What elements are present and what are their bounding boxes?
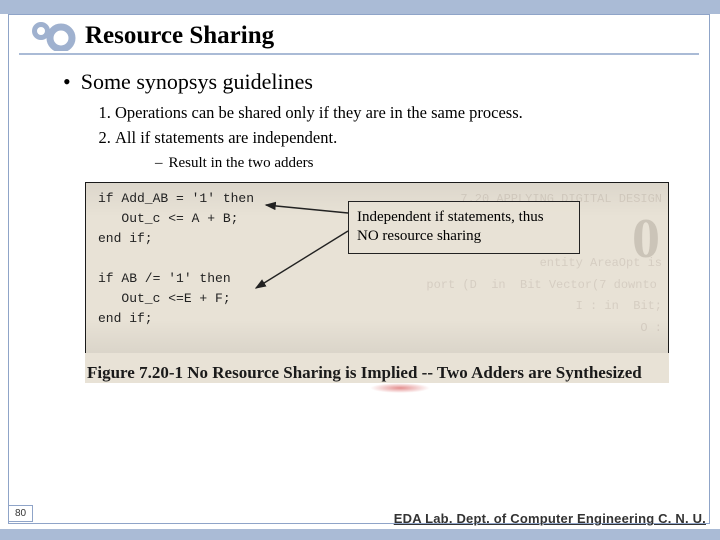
page-number: 80 bbox=[8, 505, 33, 522]
footer-text: EDA Lab. Dept. of Computer Engineering C… bbox=[394, 511, 706, 526]
figure-wrap: 0 7.20 APPLYING DIGITAL DESIGN entity Ar… bbox=[85, 182, 669, 383]
top-bar bbox=[0, 0, 720, 14]
circles-icon bbox=[23, 21, 77, 51]
bullet-main: • Some synopsys guidelines bbox=[9, 59, 709, 99]
arrows-icon bbox=[86, 183, 646, 354]
figure: 0 7.20 APPLYING DIGITAL DESIGN entity Ar… bbox=[85, 182, 669, 354]
red-smudge bbox=[370, 383, 430, 393]
bullet-text: Some synopsys guidelines bbox=[81, 69, 313, 94]
figure-caption: Figure 7.20-1 No Resource Sharing is Imp… bbox=[85, 353, 669, 383]
slide-frame: Resource Sharing • Some synopsys guidelin… bbox=[8, 14, 710, 524]
slide-title: Resource Sharing bbox=[85, 22, 274, 50]
sub-list: Operations can be shared only if they ar… bbox=[9, 99, 709, 153]
sub-dash: –Result in the two adders bbox=[9, 153, 709, 180]
sub-item-2: All if statements are independent. bbox=[115, 126, 669, 151]
dash-icon: – bbox=[155, 155, 163, 171]
title-row: Resource Sharing bbox=[19, 15, 699, 55]
dash-text: Result in the two adders bbox=[169, 155, 314, 171]
bullet-dot: • bbox=[63, 69, 71, 94]
sub-item-1: Operations can be shared only if they ar… bbox=[115, 101, 669, 126]
bottom-bar bbox=[0, 529, 720, 540]
